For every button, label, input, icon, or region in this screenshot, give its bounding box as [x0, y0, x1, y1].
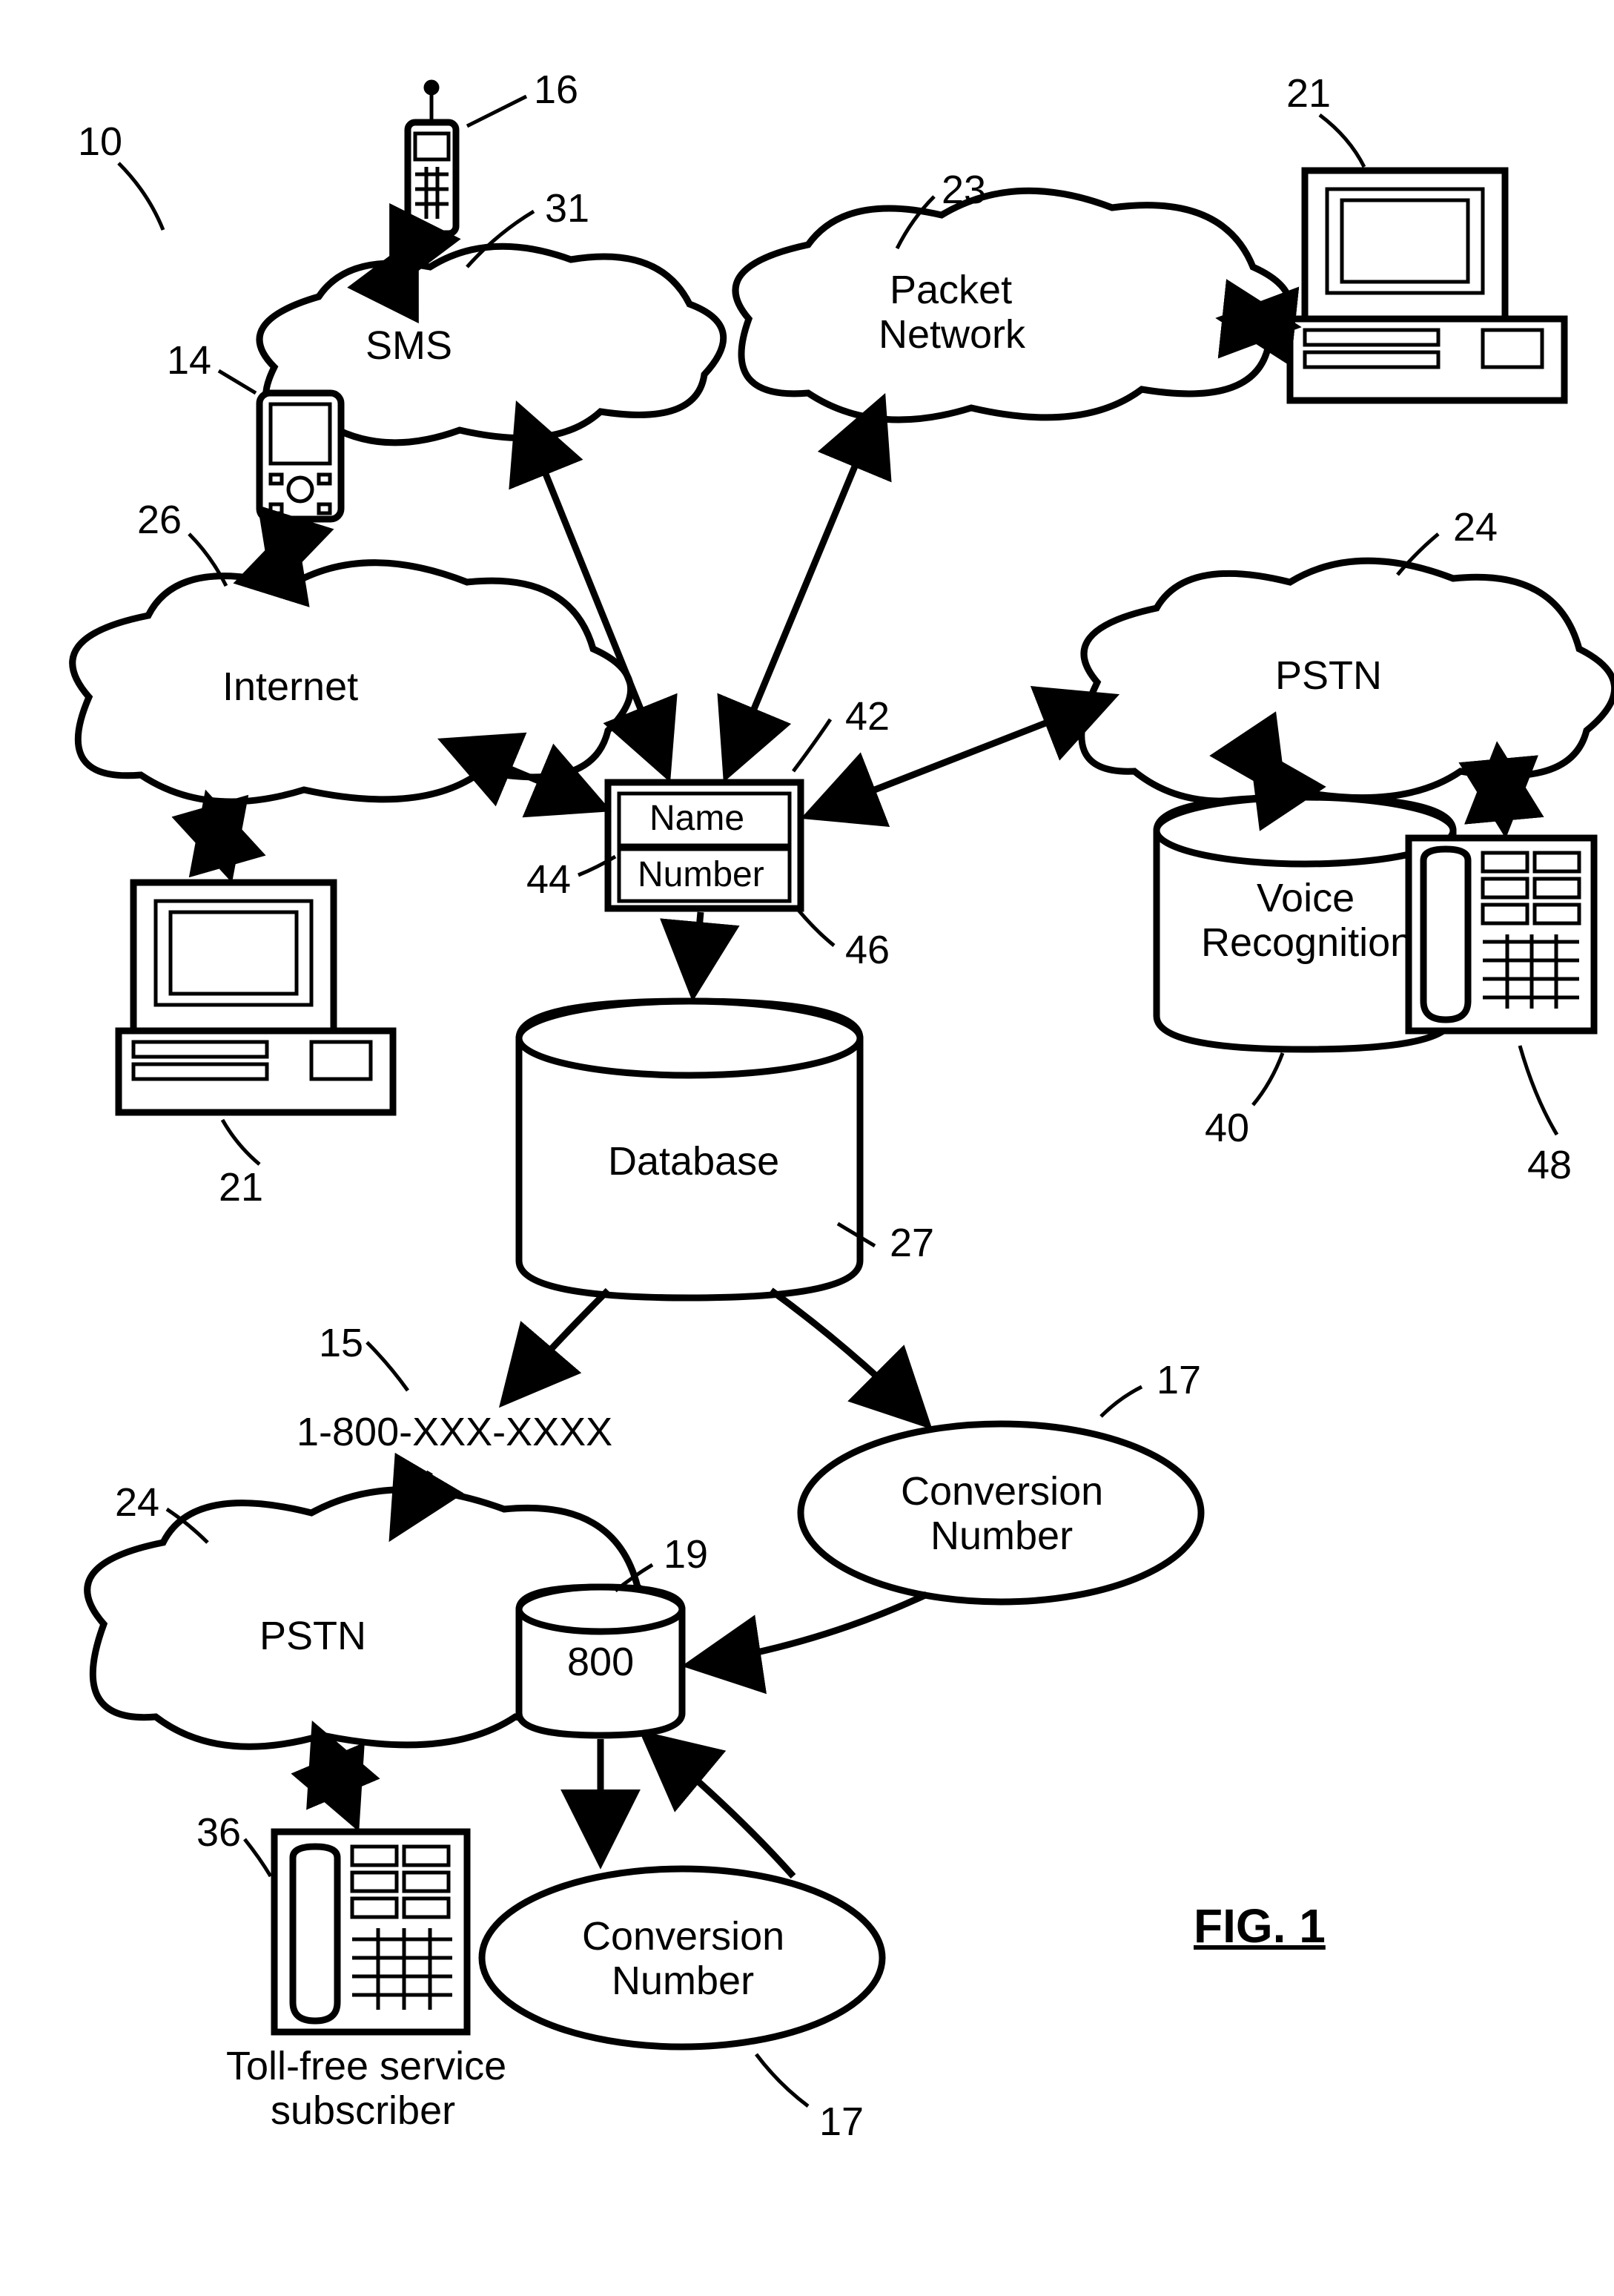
pstn-cloud-label-1: PSTN: [1275, 653, 1382, 699]
conversion-number-1-line1: Conversion: [901, 1468, 1103, 1514]
callout-42: 42: [845, 693, 890, 739]
callout-14: 14: [167, 337, 211, 383]
callout-21b: 21: [219, 1164, 263, 1210]
packet-network-label-line1: Packet: [890, 267, 1012, 313]
callout-27: 27: [890, 1220, 934, 1266]
tollfree-label-line1: Toll-free service: [226, 2043, 506, 2089]
internet-cloud-label: Internet: [222, 664, 358, 710]
conversion-number-2-line2: Number: [612, 1958, 754, 2004]
callout-16: 16: [534, 67, 578, 113]
diagram-canvas: SMS Packet Network Internet PSTN PSTN Na…: [0, 0, 1614, 2296]
phone800-label: 1-800-XXX-XXXX: [297, 1409, 612, 1455]
tollfree-label-line2: subscriber: [271, 2088, 455, 2134]
callout-24a: 24: [1453, 504, 1498, 550]
callout-17a: 17: [1157, 1357, 1201, 1403]
db800-label: 800: [567, 1639, 634, 1685]
callout-24b: 24: [115, 1479, 159, 1525]
connectors-layer: [0, 0, 1614, 2296]
callout-23: 23: [942, 167, 986, 213]
callout-21a: 21: [1286, 70, 1331, 116]
callout-31: 31: [545, 185, 589, 231]
conversion-number-1-line2: Number: [930, 1513, 1073, 1559]
callout-36: 36: [196, 1810, 241, 1855]
callout-15: 15: [319, 1320, 363, 1366]
callout-10: 10: [78, 119, 122, 165]
pstn-cloud-label-2: PSTN: [259, 1613, 366, 1659]
number-box-label: Number: [638, 854, 764, 895]
voice-rec-label-line1: Voice: [1257, 875, 1355, 921]
callout-17b: 17: [819, 2099, 864, 2145]
database-label: Database: [608, 1138, 779, 1184]
callout-44: 44: [526, 857, 571, 903]
voice-rec-label-line2: Recognition: [1201, 920, 1412, 966]
conversion-number-2-line1: Conversion: [582, 1913, 784, 1959]
callout-48: 48: [1527, 1142, 1572, 1188]
callout-40: 40: [1205, 1105, 1249, 1151]
callout-19: 19: [664, 1531, 708, 1577]
callout-26: 26: [137, 497, 182, 543]
figure-caption: FIG. 1: [1194, 1899, 1326, 1953]
sms-cloud-label: SMS: [366, 323, 452, 369]
name-box-label: Name: [649, 798, 744, 839]
callout-46: 46: [845, 927, 890, 973]
packet-network-label-line2: Network: [879, 311, 1025, 357]
